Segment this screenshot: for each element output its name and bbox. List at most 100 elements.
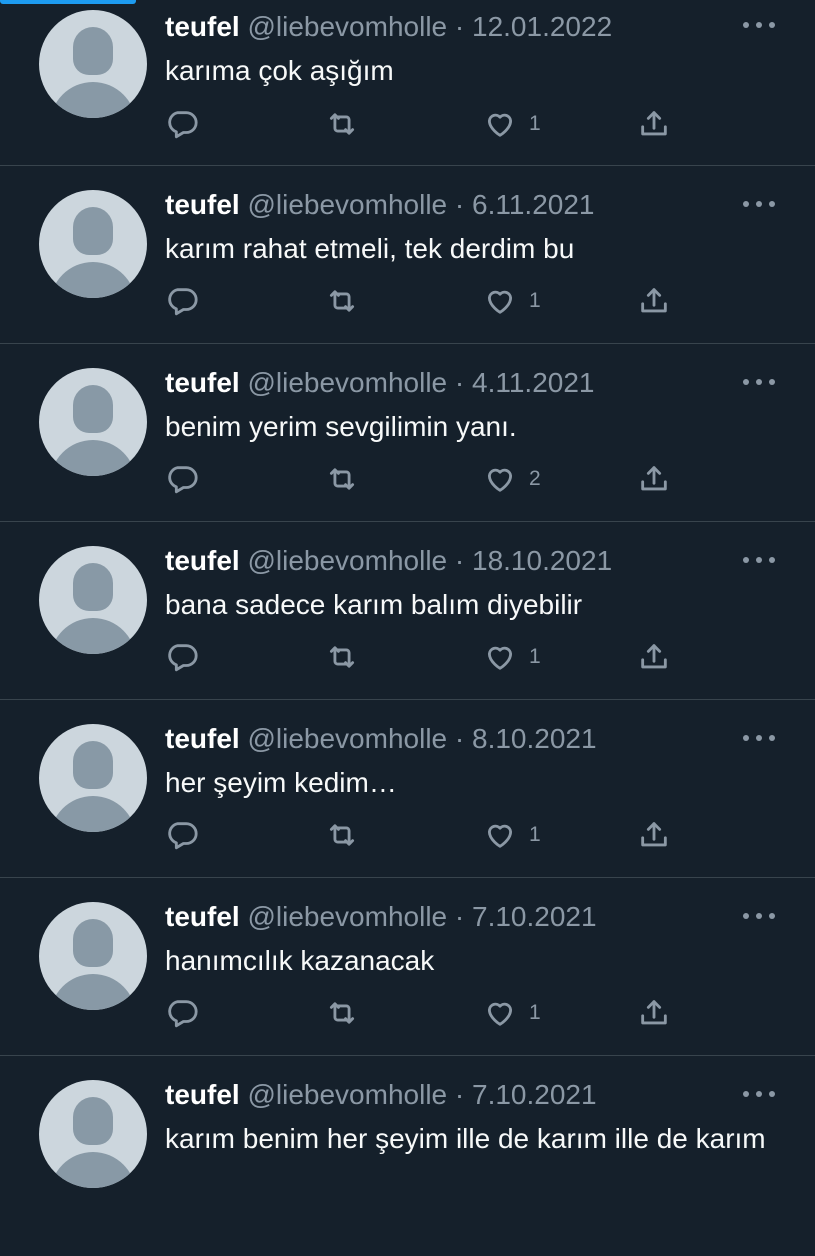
tweet[interactable]: teufel @liebevomholle · 8.10.2021 her şe…	[0, 700, 815, 878]
user-handle[interactable]: @liebevomholle	[247, 1079, 447, 1110]
tweet-date[interactable]: 7.10.2021	[472, 1079, 597, 1110]
avatar[interactable]	[39, 368, 147, 476]
heart-icon	[487, 1002, 513, 1026]
like-button[interactable]: 2	[483, 461, 541, 497]
avatar[interactable]	[39, 546, 147, 654]
heart-icon	[487, 113, 513, 137]
tweet[interactable]: teufel @liebevomholle · 7.10.2021 karım …	[0, 1056, 815, 1256]
separator-dot: ·	[454, 367, 465, 398]
like-count: 1	[529, 112, 541, 135]
tweet-date[interactable]: 6.11.2021	[472, 189, 595, 220]
share-button[interactable]	[637, 461, 671, 497]
tweet[interactable]: teufel @liebevomholle · 12.01.2022 karım…	[0, 0, 815, 166]
user-handle[interactable]: @liebevomholle	[247, 545, 447, 576]
separator-dot: ·	[454, 11, 465, 42]
more-icon[interactable]	[743, 199, 775, 209]
avatar-head	[73, 919, 113, 967]
retweet-icon	[329, 824, 355, 846]
user-handle[interactable]: @liebevomholle	[247, 723, 447, 754]
avatar-body	[50, 974, 136, 1010]
share-button[interactable]	[637, 106, 671, 142]
share-button[interactable]	[637, 995, 671, 1031]
more-icon[interactable]	[743, 555, 775, 565]
tweet-text: karım rahat etmeli, tek derdim bu	[165, 233, 575, 264]
share-icon	[641, 644, 667, 669]
avatar[interactable]	[39, 1080, 147, 1188]
heart-icon	[487, 824, 513, 848]
like-button[interactable]: 1	[483, 995, 541, 1031]
share-icon	[641, 822, 667, 847]
display-name[interactable]: teufel	[165, 545, 240, 576]
heart-icon	[487, 290, 513, 314]
tweet-text: hanımcılık kazanacak	[165, 945, 435, 976]
user-handle[interactable]: @liebevomholle	[247, 901, 447, 932]
more-icon[interactable]	[743, 733, 775, 743]
display-name[interactable]: teufel	[165, 901, 240, 932]
reply-button[interactable]	[165, 639, 199, 675]
more-icon[interactable]	[743, 1089, 775, 1099]
tweet-date[interactable]: 7.10.2021	[472, 901, 597, 932]
retweet-button[interactable]	[325, 639, 359, 675]
display-name[interactable]: teufel	[165, 367, 240, 398]
separator-dot: ·	[454, 723, 465, 754]
display-name[interactable]: teufel	[165, 11, 240, 42]
like-count: 1	[529, 1001, 541, 1024]
tweet-text: karıma çok aşığım	[165, 55, 394, 86]
avatar[interactable]	[39, 902, 147, 1010]
tweet-header: teufel @liebevomholle · 6.11.2021	[165, 188, 595, 222]
tweet-header: teufel @liebevomholle · 7.10.2021	[165, 1078, 597, 1112]
avatar[interactable]	[39, 10, 147, 118]
retweet-button[interactable]	[325, 283, 359, 319]
separator-dot: ·	[454, 1079, 465, 1110]
share-icon	[641, 111, 667, 136]
avatar[interactable]	[39, 190, 147, 298]
display-name[interactable]: teufel	[165, 189, 240, 220]
tweet[interactable]: teufel @liebevomholle · 4.11.2021 benim …	[0, 344, 815, 522]
reply-button[interactable]	[165, 106, 199, 142]
reply-icon	[168, 644, 198, 672]
display-name[interactable]: teufel	[165, 723, 240, 754]
tweet-date[interactable]: 18.10.2021	[472, 545, 612, 576]
tweet-actions: 1	[165, 817, 685, 853]
share-icon	[641, 1000, 667, 1025]
tweet[interactable]: teufel @liebevomholle · 7.10.2021 hanımc…	[0, 878, 815, 1056]
reply-icon	[168, 111, 198, 139]
tweet[interactable]: teufel @liebevomholle · 6.11.2021 karım …	[0, 166, 815, 344]
tweet-date[interactable]: 8.10.2021	[472, 723, 597, 754]
user-handle[interactable]: @liebevomholle	[247, 189, 447, 220]
like-button[interactable]: 1	[483, 817, 541, 853]
like-button[interactable]: 1	[483, 639, 541, 675]
avatar[interactable]	[39, 724, 147, 832]
separator-dot: ·	[454, 901, 465, 932]
tweet-text: her şeyim kedim…	[165, 767, 397, 798]
tweet-feed: teufel @liebevomholle · 12.01.2022 karım…	[0, 0, 815, 1256]
retweet-button[interactable]	[325, 817, 359, 853]
retweet-button[interactable]	[325, 461, 359, 497]
like-button[interactable]: 1	[483, 283, 541, 319]
share-button[interactable]	[637, 817, 671, 853]
tweet-date[interactable]: 4.11.2021	[472, 367, 595, 398]
share-button[interactable]	[637, 639, 671, 675]
tweet[interactable]: teufel @liebevomholle · 18.10.2021 bana …	[0, 522, 815, 700]
reply-icon	[168, 1000, 198, 1028]
reply-button[interactable]	[165, 283, 199, 319]
tweet-actions: 1	[165, 639, 685, 675]
retweet-button[interactable]	[325, 106, 359, 142]
share-button[interactable]	[637, 283, 671, 319]
reply-icon	[168, 466, 198, 494]
display-name[interactable]: teufel	[165, 1079, 240, 1110]
retweet-button[interactable]	[325, 995, 359, 1031]
more-icon[interactable]	[743, 911, 775, 921]
user-handle[interactable]: @liebevomholle	[247, 367, 447, 398]
tweet-actions: 1	[165, 283, 685, 319]
heart-icon	[487, 646, 513, 670]
reply-button[interactable]	[165, 995, 199, 1031]
avatar-head	[73, 385, 113, 433]
more-icon[interactable]	[743, 377, 775, 387]
like-button[interactable]: 1	[483, 106, 541, 142]
user-handle[interactable]: @liebevomholle	[247, 11, 447, 42]
reply-button[interactable]	[165, 817, 199, 853]
more-icon[interactable]	[743, 20, 775, 30]
reply-button[interactable]	[165, 461, 199, 497]
tweet-date[interactable]: 12.01.2022	[472, 11, 612, 42]
